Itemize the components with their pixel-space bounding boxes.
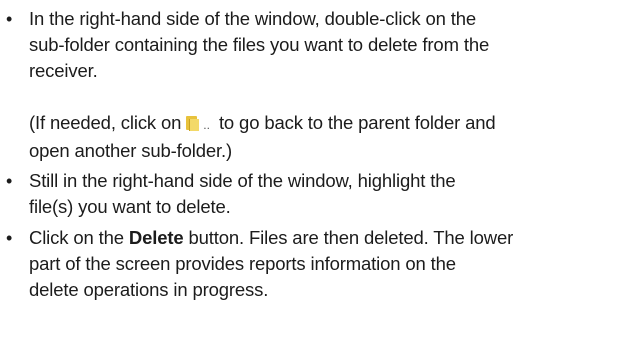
bullet-marker: •: [6, 228, 13, 248]
text-segment: Click on the: [29, 227, 129, 248]
note-line-1: (If needed, click on .. to go back to th…: [29, 110, 641, 138]
list-item-text: Still in the right-hand side of the wind…: [29, 168, 641, 220]
note-text-pre: (If needed, click on: [29, 112, 187, 133]
list-item-text: Click on the Delete button. Files are th…: [29, 225, 641, 303]
text-line: file(s) you want to delete.: [29, 196, 231, 217]
text-line: Still in the right-hand side of the wind…: [29, 170, 456, 191]
text-line: Click on the Delete button. Files are th…: [29, 225, 641, 251]
text-line: sub-folder containing the files you want…: [29, 34, 490, 55]
text-line: receiver.: [29, 60, 98, 81]
delete-button-reference: Delete: [128, 227, 184, 248]
text-segment: button. Files are then deleted. The lowe…: [183, 227, 514, 248]
text-line: delete operations in progress.: [29, 279, 269, 300]
bullet-marker: •: [6, 171, 13, 191]
parent-folder-dots: ..: [203, 118, 210, 132]
bullet-marker: •: [6, 9, 13, 29]
parent-folder-icon: [186, 115, 202, 131]
note-paragraph: (If needed, click on .. to go back to th…: [29, 110, 641, 164]
text-line: part of the screen provides reports info…: [29, 253, 456, 274]
instructions-document: • In the right-hand side of the window, …: [0, 0, 643, 337]
list-item-text: In the right-hand side of the window, do…: [29, 6, 641, 84]
note-text-post: to go back to the parent folder and: [213, 112, 496, 133]
text-line: In the right-hand side of the window, do…: [29, 8, 477, 29]
note-line-2: open another sub-folder.): [29, 140, 232, 161]
